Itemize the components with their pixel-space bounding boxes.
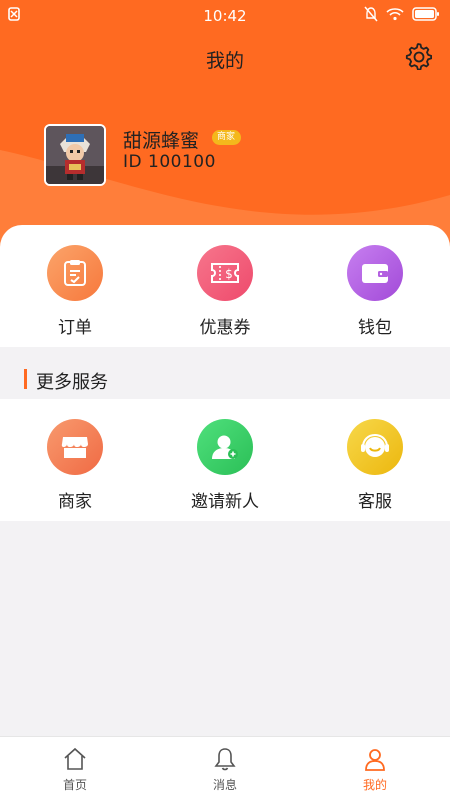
- section-accent-bar: [24, 369, 27, 389]
- section-title: 更多服务: [36, 372, 108, 393]
- menu-item-orders[interactable]: 订单: [0, 245, 150, 338]
- tab-home[interactable]: 首页: [0, 737, 150, 801]
- avatar[interactable]: [44, 124, 106, 186]
- more-services-header: 更多服务: [0, 360, 450, 398]
- service-item-label: 客服: [358, 492, 392, 512]
- bottom-tab-bar: 首页 消息 我的: [0, 736, 450, 801]
- invite-user-icon: [197, 419, 253, 475]
- service-item-merchant[interactable]: 商家: [0, 419, 150, 512]
- profile-id: ID 100100: [123, 152, 216, 172]
- user-icon: [300, 747, 450, 775]
- badge-label: 商家: [217, 132, 236, 142]
- settings-gear-icon[interactable]: [404, 42, 433, 74]
- menu-item-coupons[interactable]: $ 优惠券: [150, 245, 300, 338]
- clipboard-icon: [47, 245, 103, 301]
- coupon-icon: $: [197, 245, 253, 301]
- bell-icon: [150, 747, 300, 775]
- shop-icon: [47, 419, 103, 475]
- tab-messages[interactable]: 消息: [150, 737, 300, 801]
- menu-item-label: 订单: [58, 318, 92, 338]
- menu-item-label: 优惠券: [199, 318, 251, 338]
- tab-label: 消息: [212, 778, 237, 792]
- customer-service-icon: [347, 419, 403, 475]
- service-item-customer-service[interactable]: 客服: [300, 419, 450, 512]
- menu-item-label: 钱包: [358, 318, 392, 338]
- merchant-badge: 商家: [212, 130, 242, 145]
- status-bar: 10:42: [0, 0, 450, 32]
- svg-text:$: $: [225, 267, 233, 281]
- tab-label: 我的: [362, 778, 387, 792]
- profile-header: 10:42 我的 甜源蜂蜜 商家 ID 100100: [0, 0, 450, 250]
- top-menu-card: 订单 $ 优惠券 钱包: [0, 225, 450, 347]
- battery-icon: [412, 7, 440, 25]
- page-title: 我的: [205, 50, 244, 72]
- home-icon: [0, 747, 150, 775]
- wifi-icon: [386, 7, 404, 25]
- tab-label: 首页: [62, 778, 87, 792]
- mute-icon: [364, 6, 378, 26]
- menu-item-wallet[interactable]: 钱包: [300, 245, 450, 338]
- service-item-label: 邀请新人: [191, 492, 259, 512]
- profile-name: 甜源蜂蜜: [123, 130, 200, 152]
- service-item-invite[interactable]: 邀请新人: [150, 419, 300, 512]
- tab-mine[interactable]: 我的: [300, 737, 450, 801]
- more-services-grid: 商家 邀请新人 客服: [0, 399, 450, 521]
- wallet-icon: [347, 245, 403, 301]
- service-item-label: 商家: [58, 492, 92, 512]
